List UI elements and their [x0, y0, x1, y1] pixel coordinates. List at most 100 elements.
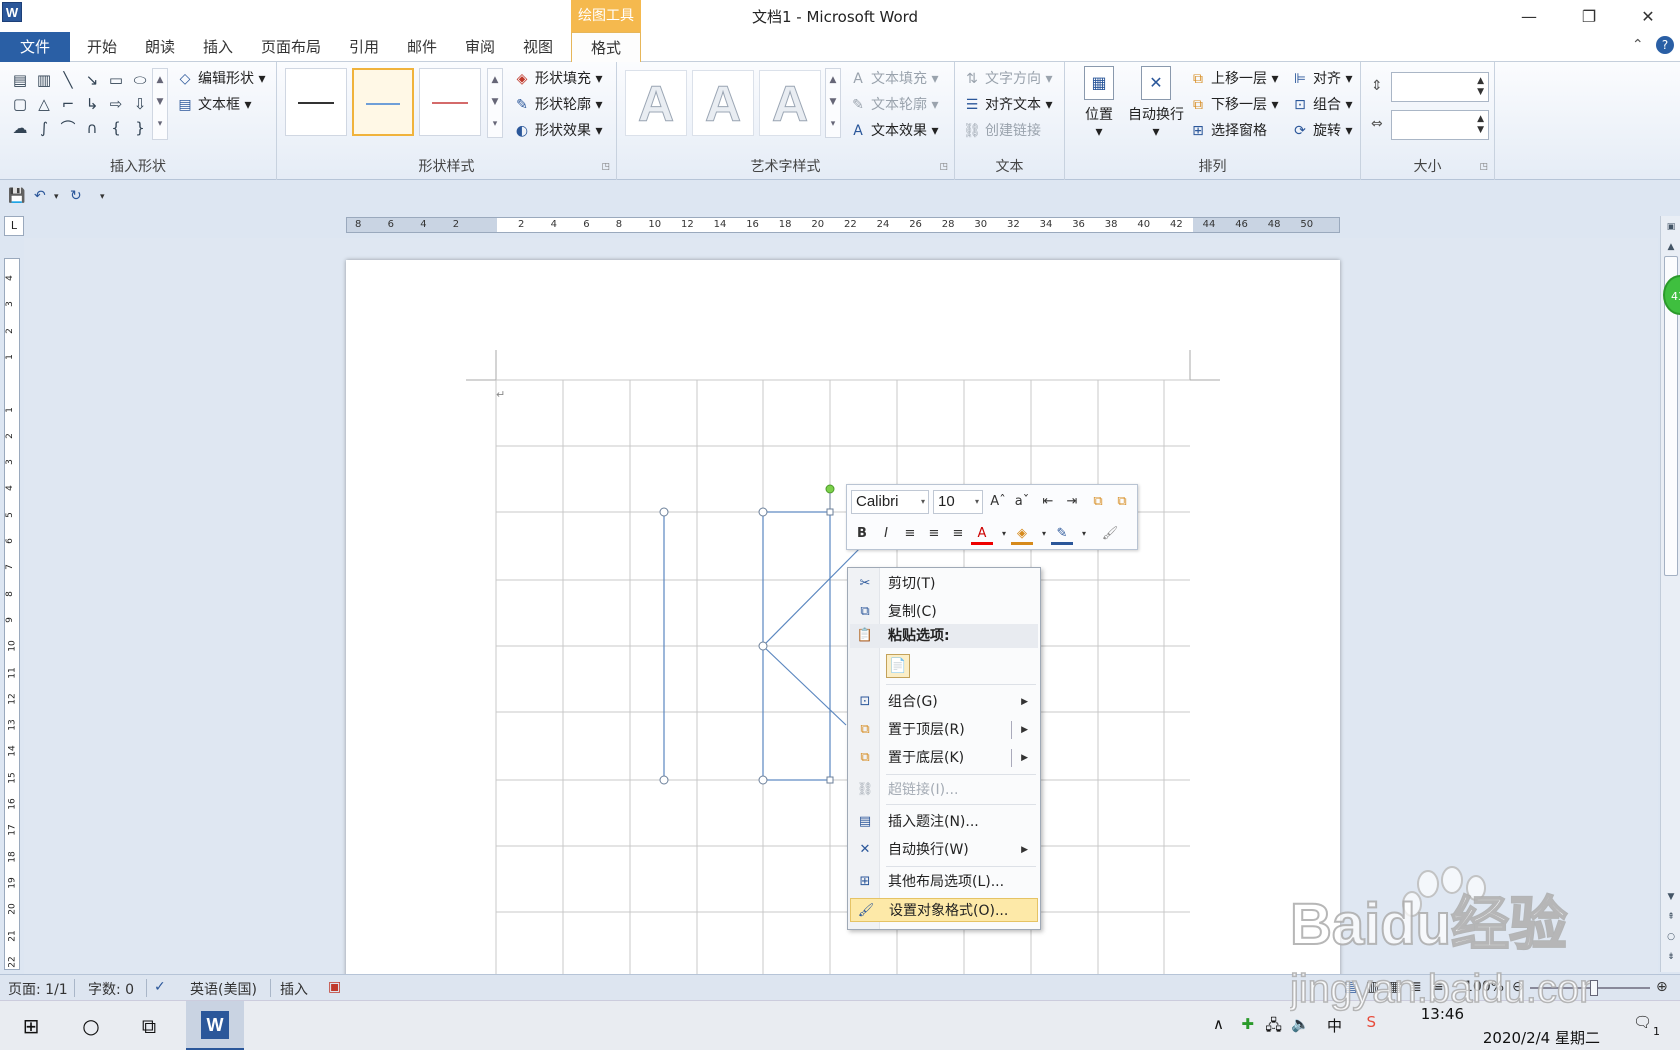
wordart-style-1[interactable]: A — [625, 70, 687, 136]
shape-style-2[interactable] — [352, 68, 414, 136]
taskbar-word-button[interactable]: W — [186, 1001, 244, 1050]
text-fill-button[interactable]: A 文本填充 ▾ — [849, 68, 938, 88]
tab-layout[interactable]: 页面布局 — [254, 32, 328, 62]
vertical-textbox-shape-icon[interactable]: ▥ — [32, 68, 56, 92]
send-backward-button[interactable]: ⧉ 下移一层 ▾ — [1189, 94, 1278, 114]
align-text-button[interactable]: ☰ 对齐文本 ▾ — [963, 94, 1053, 114]
task-view-icon[interactable]: ⧉ — [134, 1011, 164, 1041]
chevron-down-icon[interactable]: ▾ — [1073, 523, 1095, 545]
paste-keep-source-icon[interactable]: 📄 — [886, 654, 910, 678]
wrap-text-button[interactable]: ✕ 自动换行 ▾ — [1121, 66, 1191, 140]
vertical-ruler[interactable]: 4 3 2 1 1 2 3 4 5 6 7 8 9 10 11 12 13 14 15 16 17 18 19 20 21 22 — [4, 258, 20, 970]
selection-handle[interactable] — [659, 507, 669, 517]
undo-icon[interactable]: ↶ — [34, 188, 46, 204]
scribble-shape-icon[interactable]: ∫ — [32, 116, 56, 140]
right-brace-shape-icon[interactable]: } — [128, 116, 152, 140]
macro-record-icon[interactable]: ▣ — [328, 979, 341, 995]
line-shape-icon[interactable]: ╲ — [56, 68, 80, 92]
arrow-line-shape-icon[interactable]: ↘ — [80, 68, 104, 92]
browse-object-icon[interactable]: ○ — [1661, 932, 1680, 942]
decrease-indent-icon[interactable]: ⇤ — [1037, 491, 1059, 513]
zoom-in-icon[interactable]: ⊕ — [1656, 979, 1668, 995]
rotate-button[interactable]: ⟳ 旋转 ▾ — [1291, 120, 1352, 140]
word-app-icon[interactable]: W — [2, 2, 22, 22]
undo-dropdown-icon[interactable]: ▾ — [54, 192, 59, 202]
left-brace-shape-icon[interactable]: { — [104, 116, 128, 140]
shape-fill-icon[interactable]: ◈ — [1011, 523, 1033, 545]
next-page-icon[interactable]: ⇟ — [1661, 952, 1680, 962]
bring-forward-button[interactable]: ⧉ 上移一层 ▾ — [1189, 68, 1278, 88]
align-right-icon[interactable]: ≡ — [947, 523, 969, 545]
redo-icon[interactable]: ↻ — [70, 188, 82, 204]
curve-shape-icon[interactable]: ⌒ — [56, 116, 80, 140]
bring-to-front-icon[interactable]: ⧉ — [1087, 491, 1109, 513]
tab-format[interactable]: 格式 — [571, 32, 641, 63]
freeform-shape-icon[interactable]: ☁ — [8, 116, 32, 140]
font-size-combo[interactable]: 10 ▾ — [933, 490, 983, 514]
create-link-button[interactable]: ⛓ 创建链接 — [963, 120, 1041, 140]
menu-item-format-object[interactable]: 🖌 设置对象格式(O)... — [850, 898, 1038, 922]
restore-button[interactable]: ❐ — [1574, 4, 1604, 30]
tab-mailings[interactable]: 邮件 — [400, 32, 444, 62]
vertical-scrollbar[interactable]: ▣ ▲ ▼ ⇞ ○ ⇟ — [1660, 216, 1680, 972]
insert-mode[interactable]: 插入 — [280, 979, 308, 999]
document-page[interactable]: ↵ — [346, 260, 1340, 974]
height-spinner[interactable]: ▲ ▼ — [1477, 76, 1484, 98]
close-button[interactable]: ✕ — [1633, 4, 1663, 30]
selection-pane-button[interactable]: ⊞ 选择窗格 — [1189, 120, 1267, 140]
align-left-icon[interactable]: ≡ — [899, 523, 921, 545]
scroll-up-icon[interactable]: ▲ — [1661, 242, 1680, 252]
menu-item-send-to-back[interactable]: ⧉ 置于底层(K) ▶ — [850, 746, 1038, 770]
menu-item-copy[interactable]: ⧉ 复制(C) — [850, 600, 1038, 624]
ruler-toggle-icon[interactable]: ▣ — [1661, 222, 1680, 232]
selection-handle[interactable] — [826, 508, 834, 516]
tab-file[interactable]: 文件 — [0, 32, 70, 62]
start-windows-icon[interactable]: ⊞ — [16, 1011, 46, 1041]
shape-width-input[interactable]: ▲ ▼ — [1391, 110, 1489, 140]
position-button[interactable]: ▦ 位置 ▾ — [1071, 66, 1127, 140]
align-button[interactable]: ⊫ 对齐 ▾ — [1291, 68, 1353, 88]
menu-item-wrap-text[interactable]: ✕ 自动换行(W) ▶ — [850, 838, 1038, 862]
group-button[interactable]: ⊡ 组合 ▾ — [1291, 94, 1352, 114]
proofing-icon[interactable]: ✓ — [154, 979, 166, 995]
submenu-arrow-icon[interactable]: ▶ — [1021, 718, 1028, 742]
selection-handle[interactable] — [758, 507, 768, 517]
shrink-font-icon[interactable]: aˇ — [1011, 491, 1033, 513]
dialog-launcher-icon[interactable]: ◳ — [939, 162, 948, 172]
shape-style-3[interactable] — [419, 68, 481, 136]
arc-shape-icon[interactable]: ∩ — [80, 116, 104, 140]
word-count[interactable]: 字数: 0 — [88, 979, 134, 999]
elbow-arrow-shape-icon[interactable]: ↳ — [80, 92, 104, 116]
clock-date[interactable]: 2020/2/4 星期二 — [1483, 1027, 1600, 1048]
help-icon[interactable]: ? — [1656, 36, 1674, 54]
right-arrow-shape-icon[interactable]: ⇨ — [104, 92, 128, 116]
wordart-style-3[interactable]: A — [759, 70, 821, 136]
submenu-arrow-icon[interactable]: ▶ — [1021, 746, 1028, 770]
shape-style-1[interactable] — [285, 68, 347, 136]
tab-read[interactable]: 朗读 — [138, 32, 182, 62]
menu-item-more-layout-options[interactable]: ⊞ 其他布局选项(L)... — [850, 870, 1038, 894]
horizontal-ruler[interactable]: 8 6 4 2 2 4 6 8 10 12 14 16 18 20 22 24 26 28 30 32 34 36 38 40… — [346, 217, 1340, 233]
increase-indent-icon[interactable]: ⇥ — [1061, 491, 1083, 513]
send-to-back-icon[interactable]: ⧉ — [1111, 491, 1133, 513]
font-color-icon[interactable]: A — [971, 523, 993, 545]
zoom-slider-thumb[interactable] — [1590, 980, 1598, 996]
edit-shape-button[interactable]: ◇ 编辑形状 ▾ — [176, 68, 266, 88]
elbow-connector-shape-icon[interactable]: ⌐ — [56, 92, 80, 116]
notification-center-icon[interactable]: 🗨 — [1633, 1013, 1652, 1031]
tray-overflow-icon[interactable]: ∧ — [1213, 1015, 1224, 1033]
selection-handle[interactable] — [758, 775, 768, 785]
tab-home[interactable]: 开始 — [80, 32, 124, 62]
page-count[interactable]: 页面: 1/1 — [8, 979, 68, 999]
grow-font-icon[interactable]: Aˆ — [987, 491, 1009, 513]
shape-fill-button[interactable]: ◈ 形状填充 ▾ — [513, 68, 603, 88]
tab-view[interactable]: 视图 — [516, 32, 560, 62]
menu-item-insert-caption[interactable]: ▤ 插入题注(N)... — [850, 810, 1038, 834]
customize-toolbar-icon[interactable]: ▾ — [100, 192, 105, 202]
network-icon[interactable]: 🖧 — [1265, 1015, 1282, 1040]
menu-item-cut[interactable]: ✂ 剪切(T) — [850, 572, 1038, 596]
dialog-launcher-icon[interactable]: ◳ — [1479, 162, 1488, 172]
wordart-styles-scroll[interactable]: ▲ ▼ ▾ — [825, 68, 841, 138]
italic-icon[interactable]: I — [875, 523, 897, 545]
text-effects-button[interactable]: A 文本效果 ▾ — [849, 120, 938, 140]
